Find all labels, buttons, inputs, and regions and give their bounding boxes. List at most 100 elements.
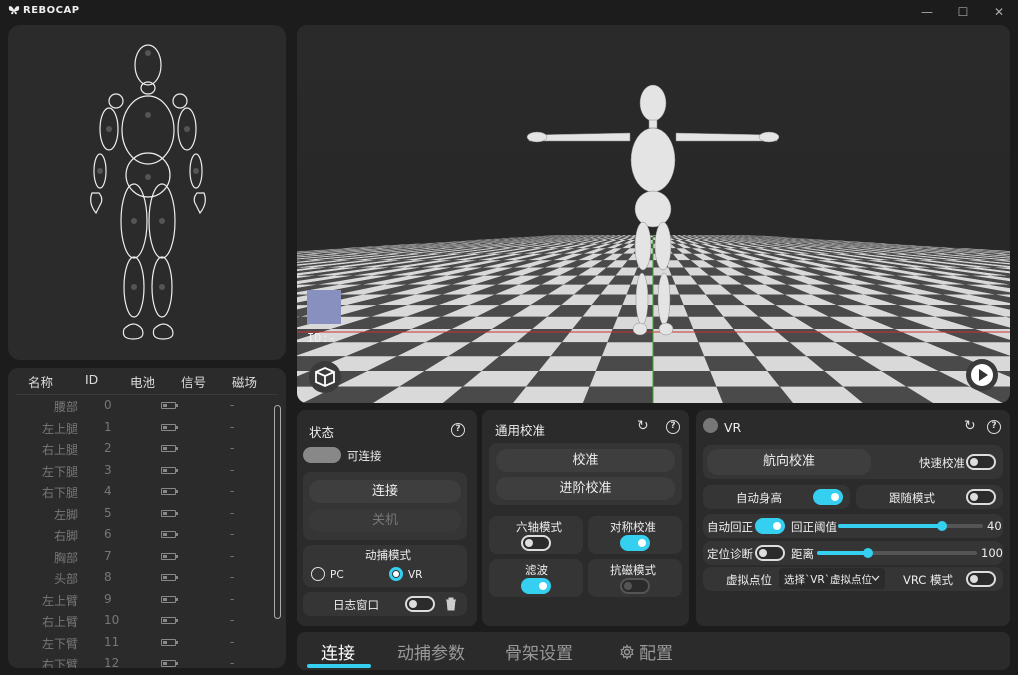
distance-label: 距离: [791, 547, 814, 561]
sensor-id: 11: [104, 634, 120, 649]
table-row[interactable]: 右上臂 10 -: [8, 610, 278, 631]
sensor-id: 0: [104, 398, 112, 412]
vrc-mode-label: VRC 模式: [903, 573, 953, 587]
trash-icon[interactable]: [445, 597, 457, 611]
log-row: 日志窗口: [303, 592, 467, 616]
sensor-name: 右上腿: [41, 443, 78, 457]
sensor-signal: -: [230, 613, 235, 627]
virtual-point-group: 虚拟点位 选择`VR`虚拟点位 VRC 模式: [703, 567, 1003, 591]
floor-tile: [583, 386, 653, 403]
floor-tile: [653, 316, 694, 330]
follow-mode-toggle[interactable]: [966, 489, 996, 505]
reset-threshold-value: 40: [987, 519, 1002, 533]
floor-scene: [297, 25, 1010, 403]
table-row[interactable]: 左脚 5 -: [8, 503, 278, 524]
help-icon[interactable]: ?: [987, 420, 1001, 434]
six-axis-group: 六轴模式: [489, 516, 583, 554]
table-row[interactable]: 左上腿 1 -: [8, 417, 278, 438]
advanced-calibrate-button[interactable]: 进阶校准: [496, 477, 675, 500]
col-name: 名称: [28, 375, 54, 390]
active-tab-indicator: [307, 664, 371, 668]
antimagnetic-toggle[interactable]: [620, 578, 650, 594]
calibrate-button[interactable]: 校准: [496, 449, 675, 472]
vr-card: VR ↻ ? 航向校准 快速校准 自动身高 跟随模式 自动回正 回正阈值 40 …: [696, 410, 1010, 626]
table-row[interactable]: 左下腿 3 -: [8, 460, 278, 481]
tab-skeleton[interactable]: 骨架设置: [505, 639, 573, 664]
sensor-id: 10: [104, 613, 120, 627]
auto-reset-toggle[interactable]: [755, 518, 785, 534]
symmetric-label: 对称校准: [610, 520, 656, 534]
view-cube-button[interactable]: [309, 361, 341, 393]
3d-viewport[interactable]: ID:-: [297, 25, 1010, 403]
play-button[interactable]: [966, 359, 998, 391]
table-row[interactable]: 右下臂 12 -: [8, 653, 278, 668]
auto-height-toggle[interactable]: [813, 489, 843, 505]
help-icon[interactable]: ?: [451, 423, 465, 437]
quick-calibrate-toggle[interactable]: [966, 454, 996, 470]
quick-calibrate-label: 快速校准: [919, 456, 965, 470]
tab-connect[interactable]: 连接: [321, 639, 355, 664]
id-label: ID:-: [307, 331, 336, 345]
close-button[interactable]: ✕: [984, 3, 1014, 21]
distance-slider[interactable]: [817, 548, 977, 558]
refresh-icon[interactable]: ↻: [637, 419, 649, 433]
filter-toggle[interactable]: [521, 578, 551, 594]
virtual-point-value: 选择`VR`虚拟点位: [784, 574, 872, 586]
refresh-icon[interactable]: ↻: [964, 419, 976, 433]
virtual-point-label: 虚拟点位: [726, 573, 772, 587]
battery-icon: [161, 574, 178, 581]
log-toggle[interactable]: [405, 596, 435, 612]
brand-name: REBOCAP: [23, 5, 80, 16]
sensor-table: 名称 ID 电池 信号 磁场 腰部 0- 左上腿 1- 右上腿 2- 左下腿 3- 右下腿 4- 左…: [8, 368, 286, 668]
table-row[interactable]: 右脚 6 -: [8, 524, 278, 545]
reset-threshold-slider[interactable]: [838, 521, 983, 531]
sensor-signal: -: [230, 505, 235, 520]
status-title: 状态: [309, 425, 335, 440]
diagnostics-toggle[interactable]: [755, 545, 785, 561]
calibration-card: 通用校准 ↻ ? 校准 进阶校准 六轴模式 对称校准 滤波 抗磁模式: [482, 410, 689, 626]
log-label: 日志窗口: [333, 598, 379, 612]
shutdown-button[interactable]: 关机: [309, 509, 461, 532]
tab-mocap-params[interactable]: 动捕参数: [397, 639, 465, 664]
tab-settings[interactable]: 配置: [619, 639, 673, 664]
six-axis-toggle[interactable]: [521, 535, 551, 551]
cube-icon: [315, 367, 335, 387]
symmetric-group: 对称校准: [588, 516, 682, 554]
table-row[interactable]: 右下腿 4 -: [8, 481, 278, 502]
sensor-id: 6: [104, 527, 112, 541]
table-row[interactable]: 右上腿 2 -: [8, 438, 278, 459]
vrc-mode-toggle[interactable]: [966, 571, 996, 587]
mode-vr-radio[interactable]: [389, 567, 403, 581]
help-icon[interactable]: ?: [666, 420, 680, 434]
vr-status-dot: [703, 418, 718, 433]
table-scrollbar[interactable]: [274, 405, 281, 619]
auto-reset-label: 自动回正: [707, 520, 753, 534]
battery-icon: [161, 509, 178, 517]
connect-button[interactable]: 连接: [309, 480, 461, 503]
body-silhouette: [90, 44, 206, 340]
status-card: 状态 ? 可连接 连接 关机 动捕模式 PC VR 日志窗口: [297, 410, 477, 626]
sensor-name: 右上臂: [41, 615, 78, 629]
sensor-id: 4: [104, 484, 112, 498]
table-row[interactable]: 左下臂 11 -: [8, 632, 278, 653]
table-row[interactable]: 胸部 7 -: [8, 546, 278, 567]
table-row[interactable]: 腰部 0 -: [8, 395, 278, 416]
sensor-signal: -: [230, 462, 235, 477]
symmetric-toggle[interactable]: [620, 535, 650, 551]
sensor-signal: -: [230, 484, 235, 498]
virtual-point-select[interactable]: 选择`VR`虚拟点位: [779, 568, 885, 589]
calibration-title: 通用校准: [495, 423, 546, 438]
maximize-button[interactable]: ☐: [948, 3, 978, 21]
minimize-button[interactable]: —: [912, 3, 942, 21]
battery-icon: [161, 617, 178, 624]
connect-group: 连接 关机: [303, 472, 467, 540]
diagnostics-group: 定位诊断 距离 100: [703, 541, 1003, 565]
heading-calibrate-button[interactable]: 航向校准: [707, 449, 871, 475]
battery-icon: [161, 595, 178, 603]
mode-pc-label: PC: [330, 569, 344, 581]
table-row[interactable]: 左上臂 9 -: [8, 589, 278, 610]
table-row[interactable]: 头部 8 -: [8, 567, 278, 588]
follow-mode-label: 跟随模式: [889, 491, 935, 505]
mode-pc-radio[interactable]: [311, 567, 325, 581]
floor-tile: [653, 342, 705, 357]
